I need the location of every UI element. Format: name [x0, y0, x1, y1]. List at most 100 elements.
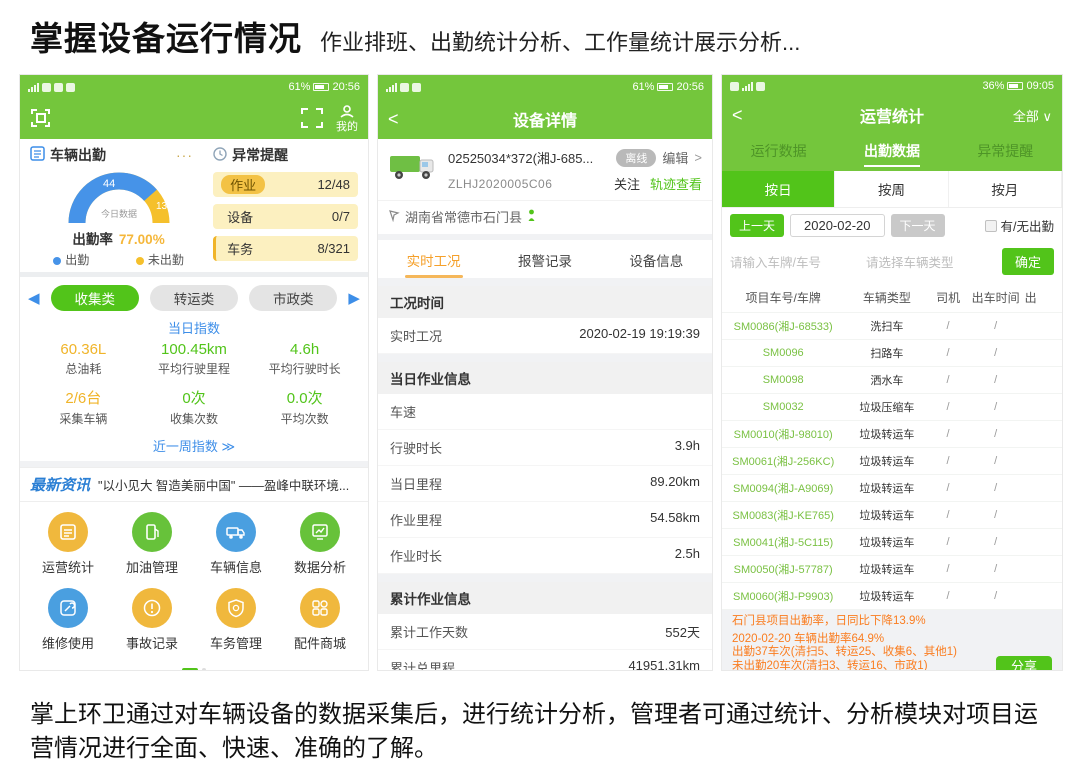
- table-row[interactable]: SM0060(湘J-P9903)垃圾转运车//: [722, 583, 1062, 610]
- scan-icon[interactable]: [300, 107, 324, 132]
- category-section: ◀ 收集类 转运类 市政类 ▶ 当日指数 60.36L总油耗 100.45km平…: [20, 277, 368, 461]
- attendance-filter[interactable]: 有/无出勤: [985, 216, 1054, 235]
- gauge-present-value: 44: [103, 178, 115, 190]
- filter-all-dropdown[interactable]: 全部 ∨: [1013, 106, 1052, 125]
- track-view-link[interactable]: 轨迹查看: [650, 174, 702, 193]
- table-row[interactable]: SM0094(湘J-A9069)垃圾转运车//: [722, 475, 1062, 502]
- table-row[interactable]: SM0061(湘J-256KC)垃圾转运车//: [722, 448, 1062, 475]
- tab-transfer[interactable]: 转运类: [150, 285, 238, 311]
- kv-row: 当日里程89.20km: [378, 466, 712, 502]
- more-icon[interactable]: ···: [176, 147, 193, 163]
- next-category-arrow[interactable]: ▶: [348, 289, 360, 307]
- confirm-button[interactable]: 确定: [1002, 248, 1054, 275]
- alert-row-fleet[interactable]: 车务 8/321: [213, 236, 358, 261]
- stat-collect-count: 0次收集次数: [139, 387, 250, 427]
- kv-row: 作业时长2.5h: [378, 538, 712, 574]
- news-bar[interactable]: 最新资讯 "以小见大 智造美丽中国" ——盈峰中联环境...: [20, 467, 368, 502]
- back-icon[interactable]: <: [388, 109, 399, 130]
- battery-percent: 61%: [288, 81, 310, 93]
- wrench-icon: [48, 588, 88, 628]
- rate-value: 77.00%: [119, 232, 165, 247]
- page-indicator: [20, 656, 368, 670]
- home-navbar: 我的: [20, 99, 368, 139]
- status-pill: 离线: [616, 149, 656, 167]
- stat-fuel: 60.36L总油耗: [28, 341, 139, 377]
- tab-collect[interactable]: 收集类: [51, 285, 139, 311]
- tab-alarms[interactable]: 报警记录: [489, 240, 600, 278]
- detail-navbar: < 设备详情: [378, 99, 712, 139]
- tab-by-week[interactable]: 按周: [835, 171, 948, 207]
- table-row[interactable]: SM0050(湘J-57787)垃圾转运车//: [722, 556, 1062, 583]
- tab-running-data[interactable]: 运行数据: [722, 133, 835, 171]
- attendance-table: 项目车号/车牌 车辆类型 司机 出车时间 出 SM0086(湘J-68533)洗…: [722, 283, 1062, 610]
- person-marker-icon: [527, 209, 536, 225]
- qr-scan-icon[interactable]: [30, 107, 52, 132]
- menu-fuel[interactable]: 加油管理: [110, 512, 194, 576]
- rate-label: 出勤率: [72, 232, 113, 247]
- tab-municipal[interactable]: 市政类: [249, 285, 337, 311]
- alert-row-device[interactable]: 设备 0/7: [213, 204, 358, 229]
- tab-realtime[interactable]: 实时工况: [378, 240, 489, 278]
- clock-time: 20:56: [676, 81, 704, 93]
- menu-repair[interactable]: 维修使用: [26, 588, 110, 652]
- table-row[interactable]: SM0096扫路车//: [722, 340, 1062, 367]
- clock-time: 09:05: [1026, 80, 1054, 92]
- tab-attendance-data[interactable]: 出勤数据: [835, 133, 948, 171]
- chevron-right-icon[interactable]: >: [694, 150, 702, 165]
- menu-operation-stats[interactable]: 运营统计: [26, 512, 110, 576]
- menu-fleet-mgmt[interactable]: 车务管理: [194, 588, 278, 652]
- plate-input[interactable]: 请输入车牌/车号: [730, 252, 860, 271]
- section-total-work: 累计作业信息 累计工作天数552天 累计总里程41951.31km 累计作业里程…: [378, 582, 712, 670]
- tab-by-month[interactable]: 按月: [949, 171, 1062, 207]
- kv-row: 累计工作天数552天: [378, 614, 712, 650]
- location-row: 湖南省常德市石门县: [378, 200, 712, 234]
- week-index-link[interactable]: 近一周指数 ≫: [28, 436, 360, 455]
- table-row[interactable]: SM0086(湘J-68533)洗扫车//: [722, 313, 1062, 340]
- stat-avg-duration: 4.6h平均行驶时长: [249, 341, 360, 377]
- summary-line: 2020-02-20 车辆出勤率64.9%: [732, 633, 1052, 647]
- menu-vehicle-info[interactable]: 车辆信息: [194, 512, 278, 576]
- gauge-center-label: 今日数据: [101, 208, 137, 219]
- table-row[interactable]: SM0083(湘J-KE765)垃圾转运车//: [722, 502, 1062, 529]
- attendance-gauge: 44 13 今日数据: [30, 167, 207, 228]
- fuel-icon: [132, 512, 172, 552]
- nav-title: 设备详情: [513, 107, 577, 131]
- truck-icon: [216, 512, 256, 552]
- attendance-summary: 石门县项目出勤率，日同比下降13.9% 2020-02-20 车辆出勤率64.9…: [722, 610, 1062, 670]
- tab-by-day[interactable]: 按日: [722, 171, 835, 207]
- share-button[interactable]: 分享: [996, 656, 1052, 670]
- table-row[interactable]: SM0032垃圾压缩车//: [722, 394, 1062, 421]
- legend-present: 出勤: [53, 251, 89, 268]
- tab-device-info[interactable]: 设备信息: [601, 240, 712, 278]
- table-row[interactable]: SM0010(湘J-98010)垃圾转运车//: [722, 421, 1062, 448]
- section-worktime: 工况时间 实时工况2020-02-19 19:19:39: [378, 286, 712, 354]
- kv-row: 作业里程54.58km: [378, 502, 712, 538]
- menu-accident[interactable]: 事故记录: [110, 588, 194, 652]
- tab-abnormal-alerts[interactable]: 异常提醒: [949, 133, 1062, 171]
- attendance-widget[interactable]: 车辆出勤 44 13 今日数据 出勤率77.00% 出勤 未出勤: [30, 145, 207, 268]
- alert-row-work[interactable]: 作业 12/48: [213, 172, 358, 197]
- edit-button[interactable]: 编辑: [662, 148, 688, 167]
- back-icon[interactable]: <: [732, 105, 743, 126]
- next-day-button[interactable]: 下一天: [891, 214, 945, 237]
- checkbox[interactable]: [985, 220, 997, 232]
- table-row[interactable]: SM0041(湘J-5C115)垃圾转运车//: [722, 529, 1062, 556]
- prev-category-arrow[interactable]: ◀: [28, 289, 40, 307]
- follow-button[interactable]: 关注: [614, 174, 640, 193]
- profile-button[interactable]: 我的: [336, 105, 358, 133]
- daily-stats: 60.36L总油耗 100.45km平均行驶里程 4.6h平均行驶时长 2/6台…: [28, 341, 360, 427]
- menu-parts-store[interactable]: 配件商城: [278, 588, 362, 652]
- section-title: 当日作业信息: [378, 362, 712, 394]
- grid-icon: [300, 588, 340, 628]
- prev-day-button[interactable]: 上一天: [730, 214, 784, 237]
- stats-navbar: < 运营统计 全部 ∨: [722, 97, 1062, 133]
- location-text: 湖南省常德市石门县: [405, 207, 522, 226]
- date-input[interactable]: 2020-02-20: [790, 214, 885, 237]
- battery-percent: 36%: [982, 80, 1004, 92]
- menu-data-analysis[interactable]: 数据分析: [278, 512, 362, 576]
- table-row[interactable]: SM0098洒水车//: [722, 367, 1062, 394]
- phone-device-detail: 61% 20:56 < 设备详情 02525034*372(湘J-685... …: [378, 75, 712, 670]
- statusbar: 61% 20:56: [378, 75, 712, 99]
- alerts-widget: 异常提醒 作业 12/48 设备 0/7 车务 8/321: [207, 145, 358, 268]
- vehicle-type-select[interactable]: 请选择车辆类型: [866, 252, 996, 271]
